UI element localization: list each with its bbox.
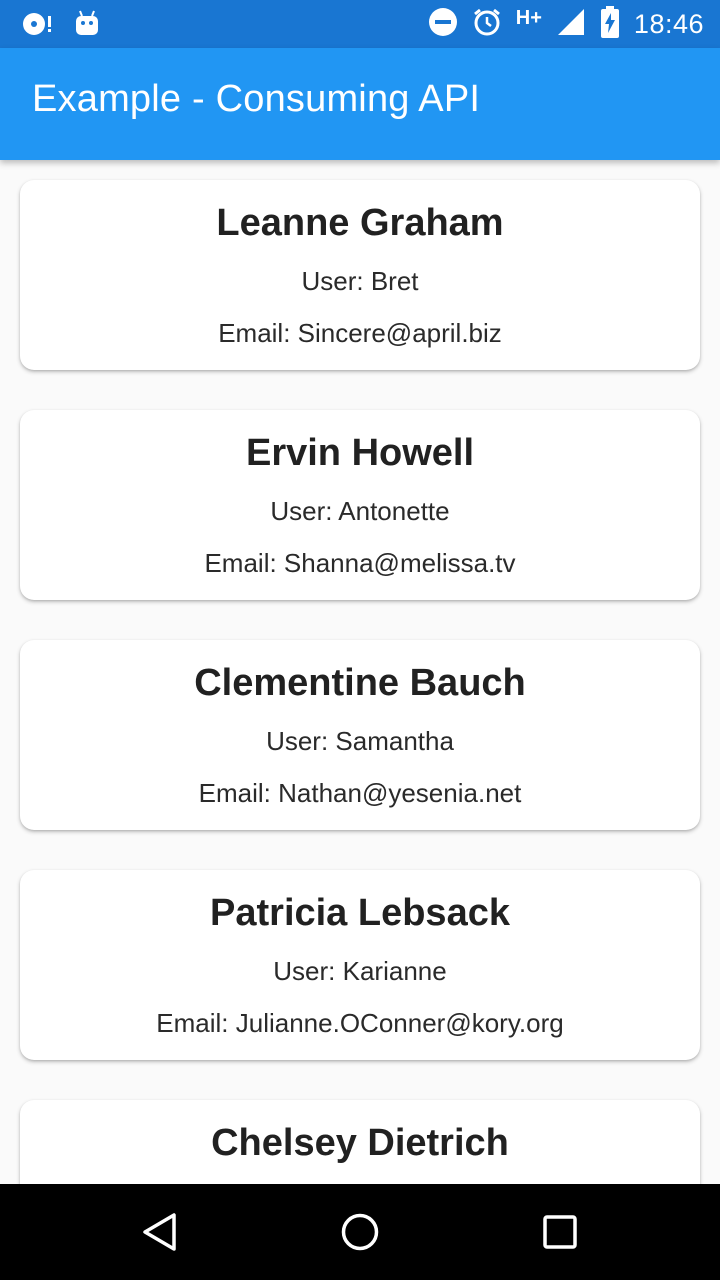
user-email: Email: Shanna@melissa.tv <box>204 548 516 578</box>
android-notification-icon <box>74 9 100 42</box>
user-card[interactable]: Leanne Graham User: Bret Email: Sincere@… <box>20 180 700 370</box>
user-name: Chelsey Dietrich <box>211 1122 509 1164</box>
system-status-icons: H+ 18:46 <box>428 0 704 48</box>
page-title: Example - Consuming API <box>32 78 481 120</box>
status-time: 18:46 <box>633 8 704 39</box>
user-card[interactable]: Chelsey Dietrich <box>20 1100 700 1184</box>
user-username: User: Bret <box>301 266 419 296</box>
network-type: H+ <box>515 6 542 29</box>
user-username: User: Karianne <box>273 956 447 986</box>
navigation-bar <box>0 1184 720 1280</box>
back-icon[interactable] <box>140 1212 180 1252</box>
recents-icon[interactable] <box>540 1212 580 1252</box>
user-card[interactable]: Clementine Bauch User: Samantha Email: N… <box>20 640 700 830</box>
user-username: User: Samantha <box>266 726 454 756</box>
signal-icon <box>556 7 586 42</box>
battery-charging-icon <box>600 5 620 43</box>
user-card[interactable]: Patricia Lebsack User: Karianne Email: J… <box>20 870 700 1060</box>
user-email: Email: Nathan@yesenia.net <box>198 778 522 808</box>
user-card[interactable]: Ervin Howell User: Antonette Email: Shan… <box>20 410 700 600</box>
app-bar: Example - Consuming API <box>0 48 720 160</box>
user-name: Patricia Lebsack <box>210 892 510 934</box>
user-name: Leanne Graham <box>216 202 504 244</box>
user-email: Email: Sincere@april.biz <box>218 318 502 348</box>
user-name: Clementine Bauch <box>194 662 526 704</box>
home-icon[interactable] <box>340 1212 380 1252</box>
user-list[interactable]: Leanne Graham User: Bret Email: Sincere@… <box>0 160 720 1184</box>
alarm-icon <box>472 7 502 42</box>
user-name: Ervin Howell <box>245 432 475 474</box>
user-email: Email: Julianne.OConner@kory.org <box>156 1008 564 1038</box>
notification-icons <box>20 8 100 43</box>
status-bar: H+ 18:46 <box>0 0 720 48</box>
do-not-disturb-icon <box>428 7 458 42</box>
user-username: User: Antonette <box>270 496 450 526</box>
disc-notification-icon <box>20 8 52 43</box>
